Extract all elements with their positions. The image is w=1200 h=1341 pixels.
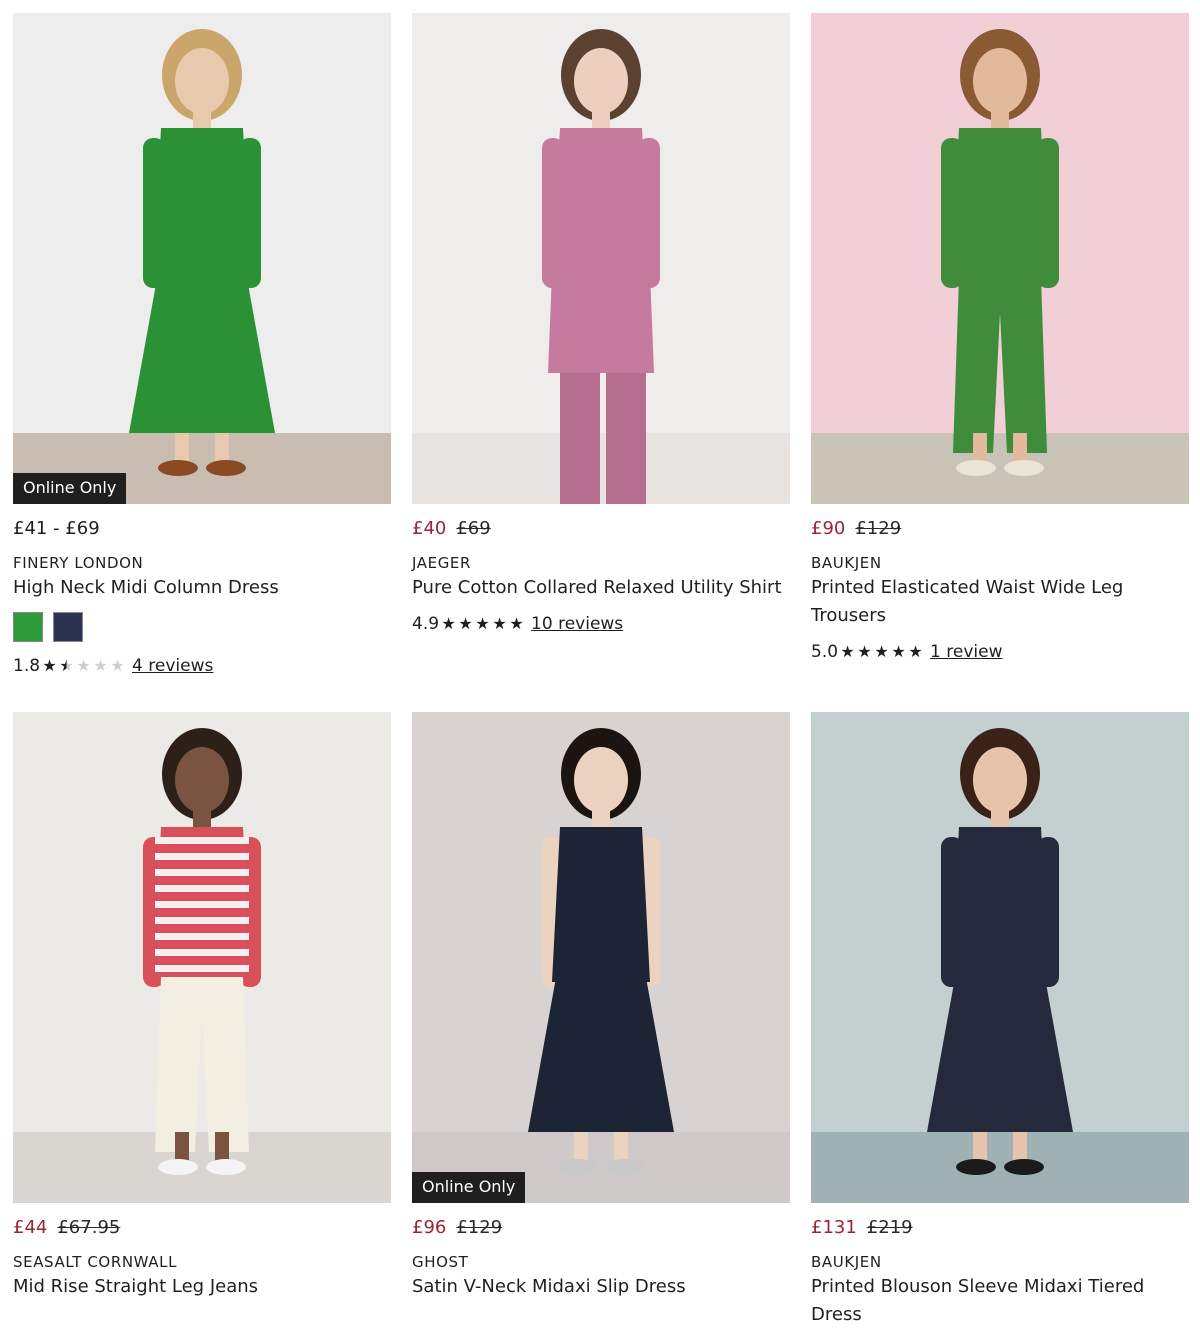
price: £131 £219 — [811, 1216, 1189, 1240]
product-brand: JAEGER — [412, 554, 472, 572]
product-image[interactable]: Online Only — [412, 712, 790, 1203]
product-brand: BAUKJEN — [811, 554, 882, 572]
reviews-link[interactable]: 10 reviews — [531, 612, 623, 636]
product-brand: SEASALT CORNWALL — [13, 1253, 178, 1271]
product-card[interactable]: Online Only £41 - £69 FINERY LONDON High Ne… — [13, 13, 391, 678]
star-icon: ★ — [76, 656, 91, 675]
star-icon: ★ — [492, 614, 507, 633]
star-icon: ★ — [59, 656, 74, 675]
reviews-link[interactable]: 1 review — [930, 640, 1002, 664]
star-icon: ★ — [874, 642, 889, 661]
product-image-graphic — [13, 13, 391, 504]
colour-swatch[interactable] — [53, 612, 83, 642]
sale-price: £40 — [412, 518, 447, 539]
product-image[interactable] — [13, 712, 391, 1203]
price: £90 £129 — [811, 517, 1189, 541]
star-icon: ★ — [93, 656, 108, 675]
product-title[interactable]: Printed Elasticated Waist Wide Leg Trous… — [811, 574, 1189, 630]
price: £96 £129 — [412, 1216, 790, 1240]
product-brand: BAUKJEN — [811, 1253, 882, 1271]
product-title[interactable]: Satin V-Neck Midaxi Slip Dress — [412, 1273, 790, 1301]
online-only-badge: Online Only — [13, 473, 127, 504]
product-title[interactable]: Printed Blouson Sleeve Midaxi Tiered Dre… — [811, 1273, 1189, 1329]
star-icon: ★ — [509, 614, 524, 633]
was-price: £129 — [456, 1217, 503, 1238]
sale-price: £96 — [412, 1217, 447, 1238]
product-card[interactable]: £90 £129 BAUKJEN Printed Elasticated Waist … — [811, 13, 1189, 664]
product-brand: GHOST — [412, 1253, 469, 1271]
product-title[interactable]: Mid Rise Straight Leg Jeans — [13, 1273, 391, 1301]
was-price: £129 — [855, 518, 902, 539]
price: £44 £67.95 — [13, 1216, 391, 1240]
product-card[interactable]: £131 £219 BAUKJEN Printed Blouson Sleeve Mi… — [811, 712, 1189, 1329]
product-image-graphic — [412, 712, 790, 1203]
product-brand: FINERY LONDON — [13, 554, 144, 572]
online-only-badge: Online Only — [412, 1172, 526, 1203]
was-price: £219 — [866, 1217, 913, 1238]
rating-stars: ★ ★ ★ ★ ★ — [839, 644, 924, 660]
product-image-graphic — [13, 712, 391, 1203]
star-icon: ★ — [908, 642, 923, 661]
price: £40 £69 — [412, 517, 790, 541]
product-image-graphic — [811, 712, 1189, 1203]
product-image-graphic — [811, 13, 1189, 504]
product-title[interactable]: Pure Cotton Collared Relaxed Utility Shi… — [412, 574, 790, 602]
was-price: £67.95 — [57, 1217, 121, 1238]
star-icon: ★ — [840, 642, 855, 661]
price: £41 - £69 — [13, 517, 391, 541]
product-image[interactable] — [412, 13, 790, 504]
rating-stars: ★ ★ ★ ★ ★ — [440, 616, 525, 632]
star-icon: ★ — [475, 614, 490, 633]
star-icon: ★ — [110, 656, 125, 675]
rating-value: 1.8 — [13, 656, 41, 676]
price-range: £41 - £69 — [13, 518, 100, 539]
product-rating: 4.9 ★ ★ ★ ★ ★ 10 reviews — [412, 612, 790, 636]
rating-value: 4.9 — [412, 614, 440, 634]
sale-price: £44 — [13, 1217, 48, 1238]
star-icon: ★ — [42, 656, 57, 675]
product-rating: 1.8 ★ ★ ★ ★ ★ 4 reviews — [13, 654, 391, 678]
product-image-graphic — [412, 13, 790, 504]
product-rating: 5.0 ★ ★ ★ ★ ★ 1 review — [811, 640, 1189, 664]
reviews-link[interactable]: 4 reviews — [132, 654, 213, 678]
product-card[interactable]: £44 £67.95 SEASALT CORNWALL Mid Rise Straig… — [13, 712, 391, 1301]
star-icon: ★ — [891, 642, 906, 661]
colour-swatch[interactable] — [13, 612, 43, 642]
sale-price: £90 — [811, 518, 846, 539]
product-image[interactable] — [811, 13, 1189, 504]
product-image[interactable]: Online Only — [13, 13, 391, 504]
product-title[interactable]: High Neck Midi Column Dress — [13, 574, 391, 602]
rating-stars: ★ ★ ★ ★ ★ — [41, 658, 126, 674]
product-card[interactable]: Online Only £96 £129 GHOST Satin V-Neck Mida… — [412, 712, 790, 1301]
star-icon: ★ — [441, 614, 456, 633]
product-image[interactable] — [811, 712, 1189, 1203]
rating-value: 5.0 — [811, 642, 839, 662]
was-price: £69 — [456, 518, 491, 539]
star-icon: ★ — [458, 614, 473, 633]
product-card[interactable]: £40 £69 JAEGER Pure Cotton Collared Relaxed… — [412, 13, 790, 636]
sale-price: £131 — [811, 1217, 857, 1238]
colour-swatches — [13, 612, 391, 644]
star-icon: ★ — [857, 642, 872, 661]
